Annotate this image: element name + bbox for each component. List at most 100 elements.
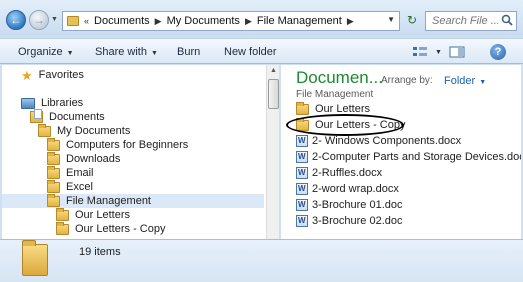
highlight-circle (286, 114, 404, 136)
burn-button[interactable]: Burn (177, 46, 200, 58)
breadcrumb-overflow[interactable]: « (84, 16, 89, 26)
file-item-computer-parts[interactable]: 2-Computer Parts and Storage Devices.doc… (296, 150, 521, 164)
content-pane: Documen... File Management Arrange by: F… (281, 65, 521, 239)
tree-item-libraries[interactable]: Libraries (21, 96, 83, 110)
search-input[interactable] (432, 15, 498, 27)
folder-icon (47, 193, 60, 207)
share-with-label: Share with (95, 46, 147, 58)
tree-item-file-management[interactable]: File Management (2, 193, 264, 208)
tree-item-our-letters[interactable]: Our Letters (56, 207, 131, 222)
tree-item-label: Our Letters (75, 209, 131, 221)
word-document-icon (296, 183, 308, 195)
file-name: 2-Computer Parts and Storage Devices.doc… (312, 151, 521, 163)
tree-item-documents[interactable]: Documents (30, 109, 105, 124)
word-document-icon (296, 167, 308, 179)
folder-icon (22, 240, 48, 276)
folder-icon (47, 137, 60, 151)
file-item-brochure-01[interactable]: 3-Brochure 01.doc (296, 198, 403, 212)
recent-pages-dropdown[interactable]: ▼ (51, 16, 58, 23)
folder-icon (296, 101, 309, 115)
tree-item-label: My Documents (57, 125, 131, 137)
file-item-word-wrap[interactable]: 2-word wrap.docx (296, 182, 399, 196)
address-dropdown-icon[interactable]: ▼ (387, 15, 395, 24)
breadcrumb-separator-icon[interactable]: ▶ (245, 16, 252, 27)
explorer-window: ← → ▼ « Documents ▶ My Documents ▶ File … (0, 0, 523, 282)
library-subtitle: File Management (296, 89, 374, 100)
word-document-icon (296, 135, 308, 147)
tree-item-label: Excel (66, 181, 93, 193)
tree-item-downloads[interactable]: Downloads (47, 151, 121, 166)
tree-item-email[interactable]: Email (47, 165, 94, 180)
chevron-down-icon: ▼ (150, 50, 158, 57)
forward-button[interactable]: → (29, 10, 49, 30)
file-item-ruffles[interactable]: 2-Ruffles.docx (296, 166, 382, 180)
command-bar: Organize ▼ Share with ▼ Burn New folder ▼ … (0, 38, 523, 64)
new-folder-label: New folder (224, 46, 277, 58)
word-document-icon (296, 199, 308, 211)
library-icon (21, 97, 35, 109)
tree-item-label: Email (66, 167, 94, 179)
share-with-menu[interactable]: Share with ▼ (95, 46, 158, 58)
arrange-by-value: Folder (444, 75, 476, 87)
folder-icon (47, 151, 60, 165)
tree-item-label: File Management (66, 195, 151, 207)
tree-item-our-letters-copy[interactable]: Our Letters - Copy (56, 221, 166, 236)
chevron-down-icon: ▼ (479, 79, 487, 86)
address-bar[interactable]: « Documents ▶ My Documents ▶ File Manage… (62, 11, 400, 31)
item-count: 19 items (79, 246, 121, 258)
file-item-brochure-02[interactable]: 3-Brochure 02.doc (296, 214, 403, 228)
file-name: 2- Windows Components.docx (312, 135, 462, 147)
forward-arrow-icon: → (33, 13, 45, 27)
folder-icon (47, 165, 60, 179)
new-folder-button[interactable]: New folder (224, 46, 277, 58)
navigation-scrollbar[interactable]: ▲ (266, 65, 279, 239)
breadcrumb-separator-icon[interactable]: ▶ (347, 16, 354, 27)
breadcrumb-separator-icon[interactable]: ▶ (155, 16, 162, 27)
file-name: 2-word wrap.docx (312, 183, 399, 195)
breadcrumb-documents[interactable]: Documents (94, 15, 150, 27)
word-document-icon (296, 215, 308, 227)
tree-item-label: Favorites (38, 69, 84, 81)
back-arrow-icon: ← (10, 13, 22, 27)
preview-pane-icon[interactable] (449, 46, 465, 58)
navigation-pane: ★ Favorites Libraries Documents My Docum… (2, 65, 266, 239)
refresh-icon[interactable]: ↻ (404, 13, 420, 29)
file-name: 3-Brochure 01.doc (312, 199, 403, 211)
arrange-by-label: Arrange by: (381, 75, 433, 86)
folder-icon (47, 179, 60, 193)
tree-item-label: Computers for Beginners (66, 139, 189, 151)
tree-item-label: Our Letters - Copy (75, 223, 166, 235)
tree-item-excel[interactable]: Excel (47, 179, 93, 194)
library-title: Documen... (296, 68, 383, 87)
tree-item-label: Libraries (41, 97, 84, 109)
organize-menu[interactable]: Organize ▼ (18, 46, 74, 58)
word-document-icon (296, 151, 308, 163)
view-options-dropdown-icon[interactable]: ▼ (435, 49, 442, 56)
address-row: ← → ▼ « Documents ▶ My Documents ▶ File … (0, 0, 523, 36)
file-name: 3-Brochure 02.doc (312, 215, 403, 227)
search-icon[interactable] (501, 14, 513, 26)
file-name: 2-Ruffles.docx (312, 167, 383, 179)
back-button[interactable]: ← (6, 10, 26, 30)
folder-icon (67, 16, 79, 26)
scroll-up-icon[interactable]: ▲ (267, 65, 280, 77)
folder-icon (56, 221, 69, 235)
breadcrumb-my-documents[interactable]: My Documents (167, 15, 240, 27)
tree-item-my-documents[interactable]: My Documents (38, 123, 131, 138)
chevron-down-icon: ▼ (66, 50, 74, 57)
tree-item-label: Documents (49, 111, 105, 123)
help-icon[interactable]: ? (490, 44, 506, 60)
change-view-icon[interactable] (412, 46, 428, 58)
organize-label: Organize (18, 46, 63, 58)
star-icon: ★ (21, 67, 33, 83)
arrange-by-dropdown[interactable]: Folder ▼ (444, 75, 486, 87)
folder-icon (56, 207, 69, 221)
burn-label: Burn (177, 46, 201, 58)
search-box[interactable] (425, 11, 517, 31)
tree-item-label: Downloads (66, 153, 121, 165)
scrollbar-thumb[interactable] (268, 79, 279, 109)
tree-item-favorites[interactable]: ★ Favorites (21, 68, 84, 82)
file-item-windows-components[interactable]: 2- Windows Components.docx (296, 134, 461, 148)
breadcrumb-file-management[interactable]: File Management (257, 15, 342, 27)
tree-item-computers-for-beginners[interactable]: Computers for Beginners (47, 137, 189, 152)
